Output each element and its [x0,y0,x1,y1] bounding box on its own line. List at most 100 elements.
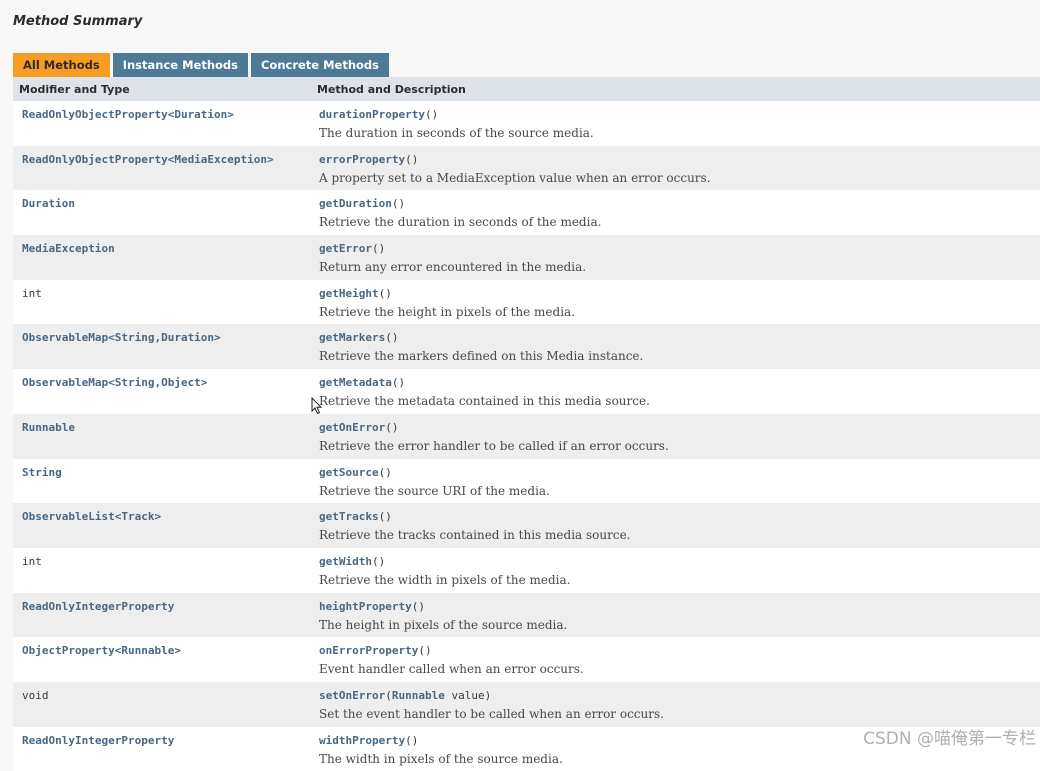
method-params: () [391,197,406,211]
method-description: Retrieve the tracks contained in this me… [319,528,631,543]
table-row: ReadOnlyObjectProperty<Duration> duration… [13,101,1040,146]
method-summary-title: Method Summary [13,14,143,29]
method-link[interactable]: onErrorProperty [319,644,418,657]
method-link[interactable]: getTracks [319,510,379,523]
method-params: () [424,108,439,121]
method-link[interactable]: getWidth [319,555,372,568]
method-cell: getSource() Retrieve the source URI of th… [311,459,1040,504]
tab-concrete-methods[interactable]: Concrete Methods [250,53,390,77]
method-params: () [385,420,399,434]
table-row: int getWidth() Retrieve the width in pixel… [13,547,1040,593]
method-cell: setOnError(Runnable value) Set the event … [311,682,1040,727]
method-link[interactable]: widthProperty [319,734,405,747]
table-header: Modifier and Type Method and Description [13,77,1040,101]
return-type[interactable]: MediaException [13,235,311,280]
method-link[interactable]: getOnError [319,421,385,434]
method-params: () [378,286,392,300]
return-type[interactable]: ObjectProperty<Runnable> [13,637,311,682]
csdn-watermark: CSDN @喵俺第一专栏 [863,729,1036,749]
method-cell: getWidth() Retrieve the width in pixels o… [311,548,1040,593]
table-row: int getHeight() Retrieve the height in pix… [13,279,1040,325]
table-row: Runnable getOnError() Retrieve the error h… [13,413,1040,459]
method-signature: onErrorProperty() [319,644,1040,662]
return-type[interactable]: String [13,459,311,504]
method-link[interactable]: heightProperty [319,600,412,613]
method-description: Retrieve the source URI of the media. [319,483,550,498]
table-row: ObservableMap<String,Object> getMetadata(… [13,369,1040,414]
method-params: () [371,242,386,256]
method-description: Set the event handler to be called when … [319,706,664,721]
return-type[interactable]: ReadOnlyObjectProperty<MediaException> [13,146,311,191]
return-type[interactable]: ObservableMap<String,Duration> [13,324,311,369]
method-description: The duration in seconds of the source me… [319,126,594,140]
method-description: Retrieve the height in pixels of the med… [319,304,576,319]
return-type[interactable]: ObservableList<Track> [13,503,311,548]
return-type[interactable]: Duration [13,190,311,235]
method-signature: getDuration() [319,197,1040,215]
method-link[interactable]: durationProperty [319,108,425,121]
method-summary-table: Modifier and Type Method and Description… [13,77,1040,771]
method-signature: heightProperty() [319,600,1040,618]
method-params: () [405,152,419,166]
method-link[interactable]: errorProperty [319,153,405,166]
method-cell: getMetadata() Retrieve the metadata conta… [311,369,1040,414]
tab-instance-methods[interactable]: Instance Methods [112,53,248,77]
method-link[interactable]: getSource [319,466,379,479]
tab-all-methods[interactable]: All Methods [13,53,110,77]
method-cell: durationProperty() The duration in second… [311,101,1040,146]
param-name: value) [444,688,492,702]
table-row: String getSource() Retrieve the source URI… [13,458,1040,504]
return-type[interactable]: ReadOnlyIntegerProperty [13,593,311,638]
param-type-link[interactable]: Runnable [392,689,445,702]
method-description: Event handler called when an error occur… [319,662,584,677]
method-link[interactable]: getError [319,242,372,255]
return-type: int [22,286,42,300]
return-type: void [22,688,49,702]
method-description: Retrieve the markers defined on this Med… [319,349,644,364]
header-method-description: Method and Description [317,82,466,96]
method-params: () [385,331,399,345]
method-cell: getHeight() Retrieve the height in pixels… [311,280,1040,325]
mouse-pointer-icon [311,397,323,415]
method-description: The width in pixels of the source media. [319,751,563,766]
method-description: A property set to a MediaException value… [319,170,711,185]
method-link[interactable]: getMetadata [319,376,392,389]
method-cell: getError() Return any error encountered i… [311,235,1040,280]
method-params: () [411,599,425,613]
method-cell: getDuration() Retrieve the duration in se… [311,190,1040,235]
method-cell: getOnError() Retrieve the error handler t… [311,414,1040,459]
method-params: () [418,644,432,658]
method-tabs: All Methods Instance Methods Concrete Me… [13,53,392,77]
return-type[interactable]: Runnable [13,414,311,459]
method-signature: getTracks() [319,510,1040,528]
method-description: Return any error encountered in the medi… [319,260,587,275]
method-description: Retrieve the width in pixels of the medi… [319,572,571,587]
header-modifier-type: Modifier and Type [19,82,130,96]
return-type[interactable]: ReadOnlyObjectProperty<Duration> [13,101,311,146]
method-cell: getTracks() Retrieve the tracks contained… [311,503,1040,548]
table-row: ObservableList<Track> getTracks() Retrieve… [13,503,1040,548]
table-row: Duration getDuration() Retrieve the durati… [13,190,1040,236]
return-type: int [22,554,42,568]
method-description: Retrieve the duration in seconds of the … [319,215,602,230]
method-link[interactable]: getHeight [319,287,379,300]
method-signature: errorProperty() [319,153,1040,171]
method-link[interactable]: getMarkers [319,331,385,344]
return-type[interactable]: ReadOnlyIntegerProperty [13,727,311,771]
method-description: The height in pixels of the source media… [319,617,568,632]
method-link[interactable]: getDuration [319,197,392,210]
return-type[interactable]: ObservableMap<String,Object> [13,369,311,414]
method-cell: onErrorProperty() Event handler called wh… [311,637,1040,682]
method-params: () [378,510,392,524]
method-signature: getOnError() [319,421,1040,439]
method-link[interactable]: setOnError [319,689,385,702]
table-row: ObjectProperty<Runnable> onErrorProperty(… [13,637,1040,682]
table-row: MediaException getError() Return any error… [13,235,1040,280]
table-row: void setOnError(Runnable value) Set the ev… [13,681,1040,727]
method-cell: errorProperty() A property set to a Media… [311,146,1040,191]
method-cell: getMarkers() Retrieve the markers defined… [311,324,1040,369]
method-signature: getHeight() [319,287,1040,305]
method-signature: setOnError(Runnable value) [319,689,1040,707]
table-row: ReadOnlyObjectProperty<MediaException> er… [13,145,1040,191]
method-description: Retrieve the error handler to be called … [319,438,669,453]
